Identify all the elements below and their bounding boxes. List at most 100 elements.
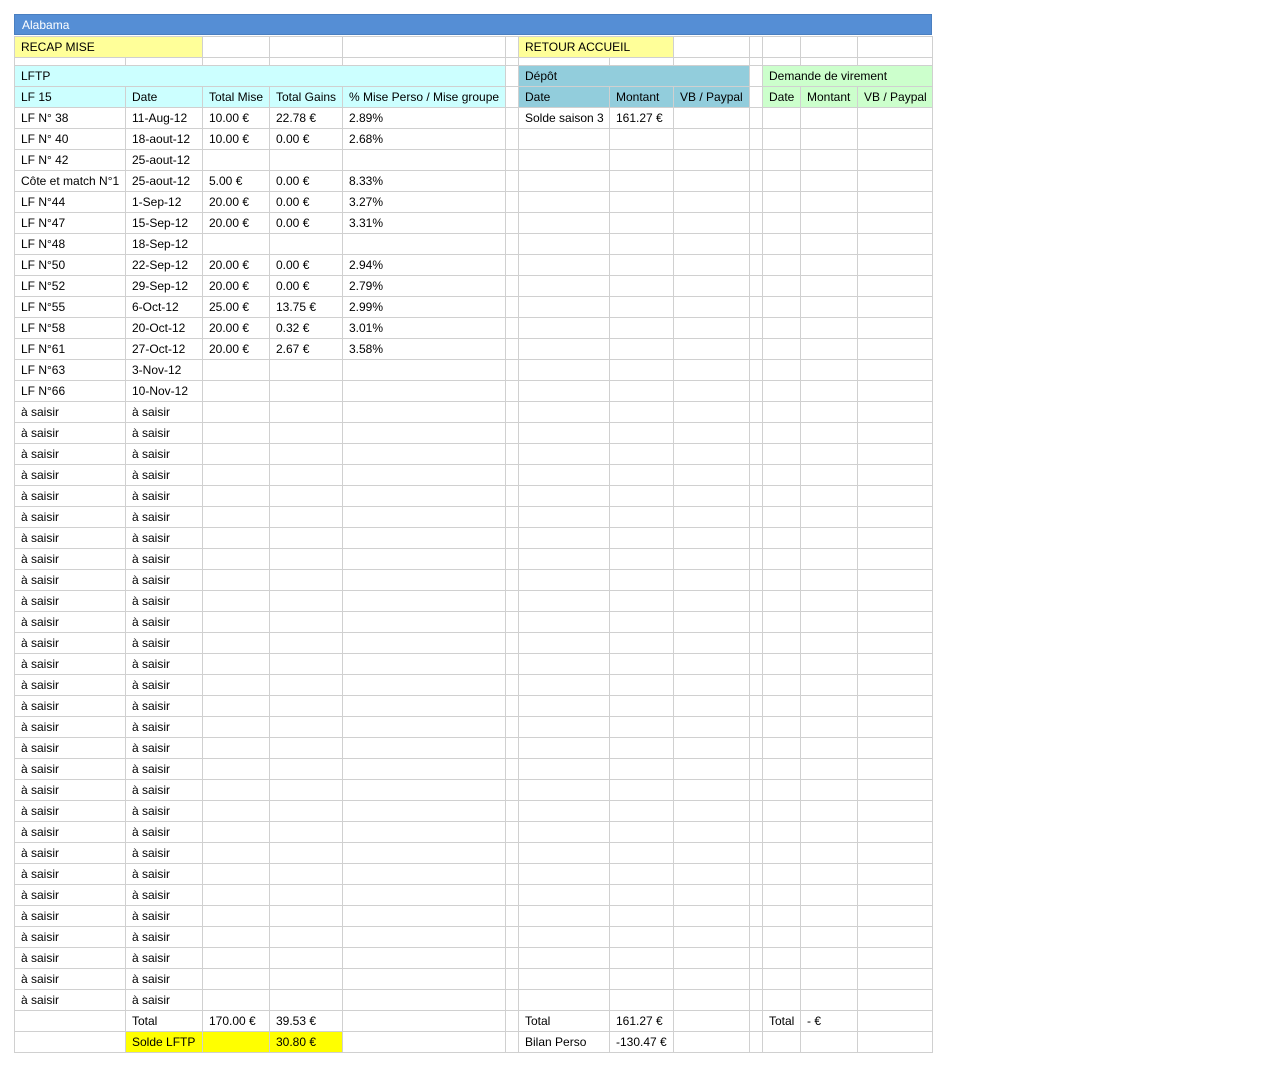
lftp-cell[interactable]: à saisir (14, 506, 126, 528)
lftp-cell[interactable] (202, 149, 270, 171)
lftp-cell[interactable]: à saisir (125, 779, 203, 801)
lftp-cell[interactable]: à saisir (125, 674, 203, 696)
lftp-cell[interactable]: 2.67 € (269, 338, 343, 360)
lftp-cell[interactable] (202, 968, 270, 990)
lftp-cell[interactable] (202, 695, 270, 717)
lftp-cell[interactable]: à saisir (14, 695, 126, 717)
lftp-cell[interactable] (269, 590, 343, 612)
lftp-cell[interactable]: à saisir (14, 884, 126, 906)
lftp-cell[interactable] (342, 968, 506, 990)
lftp-cell[interactable]: à saisir (125, 527, 203, 549)
lftp-cell[interactable]: 0.00 € (269, 212, 343, 234)
lftp-cell[interactable]: 2.99% (342, 296, 506, 318)
lftp-cell[interactable] (202, 674, 270, 696)
lftp-cell[interactable]: à saisir (14, 926, 126, 948)
lftp-cell[interactable] (202, 821, 270, 843)
lftp-cell[interactable] (202, 401, 270, 423)
lftp-cell[interactable] (342, 611, 506, 633)
lftp-cell[interactable] (202, 611, 270, 633)
lftp-cell[interactable]: à saisir (14, 968, 126, 990)
lftp-cell[interactable] (342, 464, 506, 486)
lftp-cell[interactable] (269, 569, 343, 591)
lftp-cell[interactable] (202, 800, 270, 822)
depot-cell[interactable]: Solde saison 3 (518, 107, 610, 129)
lftp-cell[interactable]: à saisir (14, 821, 126, 843)
lftp-cell[interactable]: 0.00 € (269, 275, 343, 297)
lftp-cell[interactable] (342, 233, 506, 255)
lftp-cell[interactable]: à saisir (125, 968, 203, 990)
lftp-cell[interactable]: à saisir (14, 485, 126, 507)
lftp-cell[interactable]: 3.31% (342, 212, 506, 234)
lftp-cell[interactable] (342, 632, 506, 654)
lftp-cell[interactable]: à saisir (125, 695, 203, 717)
lftp-cell[interactable]: 20.00 € (202, 338, 270, 360)
lftp-cell[interactable] (342, 401, 506, 423)
depot-cell[interactable] (673, 107, 750, 129)
lftp-cell[interactable] (269, 821, 343, 843)
lftp-cell[interactable] (342, 380, 506, 402)
lftp-cell[interactable] (342, 989, 506, 1011)
lftp-cell[interactable]: LF N°52 (14, 275, 126, 297)
lftp-cell[interactable] (342, 653, 506, 675)
lftp-cell[interactable]: 13.75 € (269, 296, 343, 318)
lftp-cell[interactable]: à saisir (14, 527, 126, 549)
lftp-cell[interactable]: LF N°63 (14, 359, 126, 381)
lftp-cell[interactable] (269, 485, 343, 507)
lftp-cell[interactable]: à saisir (125, 884, 203, 906)
lftp-cell[interactable] (269, 653, 343, 675)
lftp-cell[interactable]: 29-Sep-12 (125, 275, 203, 297)
lftp-cell[interactable] (202, 590, 270, 612)
lftp-cell[interactable]: à saisir (14, 947, 126, 969)
lftp-cell[interactable]: 10.00 € (202, 128, 270, 150)
lftp-cell[interactable] (202, 422, 270, 444)
lftp-cell[interactable]: 10.00 € (202, 107, 270, 129)
lftp-cell[interactable] (202, 989, 270, 1011)
lftp-cell[interactable]: Côte et match N°1 (14, 170, 126, 192)
lftp-cell[interactable]: 20-Oct-12 (125, 317, 203, 339)
lftp-cell[interactable] (342, 926, 506, 948)
lftp-cell[interactable]: à saisir (125, 842, 203, 864)
lftp-cell[interactable]: à saisir (14, 611, 126, 633)
lftp-cell[interactable] (342, 737, 506, 759)
lftp-cell[interactable]: à saisir (14, 989, 126, 1011)
lftp-cell[interactable] (342, 716, 506, 738)
lftp-cell[interactable]: 0.00 € (269, 170, 343, 192)
lftp-cell[interactable]: LF N°55 (14, 296, 126, 318)
lftp-cell[interactable]: LF N°47 (14, 212, 126, 234)
retour-accueil-button[interactable]: RETOUR ACCUEIL (518, 36, 674, 58)
lftp-cell[interactable]: 20.00 € (202, 317, 270, 339)
lftp-cell[interactable]: à saisir (125, 548, 203, 570)
lftp-cell[interactable] (342, 695, 506, 717)
lftp-cell[interactable] (269, 506, 343, 528)
lftp-cell[interactable] (202, 842, 270, 864)
lftp-cell[interactable]: à saisir (14, 842, 126, 864)
lftp-cell[interactable]: 22.78 € (269, 107, 343, 129)
lftp-cell[interactable]: 8.33% (342, 170, 506, 192)
lftp-cell[interactable]: LF N°61 (14, 338, 126, 360)
lftp-cell[interactable] (202, 506, 270, 528)
depot-cell[interactable]: 161.27 € (609, 107, 674, 129)
lftp-cell[interactable] (269, 401, 343, 423)
lftp-cell[interactable] (269, 359, 343, 381)
lftp-cell[interactable] (269, 380, 343, 402)
lftp-cell[interactable]: à saisir (125, 821, 203, 843)
lftp-cell[interactable]: 11-Aug-12 (125, 107, 203, 129)
lftp-cell[interactable] (342, 527, 506, 549)
lftp-cell[interactable] (269, 674, 343, 696)
lftp-cell[interactable]: 10-Nov-12 (125, 380, 203, 402)
lftp-cell[interactable] (269, 989, 343, 1011)
lftp-cell[interactable] (202, 632, 270, 654)
lftp-cell[interactable]: à saisir (14, 443, 126, 465)
lftp-cell[interactable] (342, 422, 506, 444)
lftp-cell[interactable] (202, 359, 270, 381)
lftp-cell[interactable]: à saisir (14, 401, 126, 423)
lftp-cell[interactable]: à saisir (14, 590, 126, 612)
lftp-cell[interactable]: 3.27% (342, 191, 506, 213)
lftp-cell[interactable] (202, 548, 270, 570)
lftp-cell[interactable]: LF N° 38 (14, 107, 126, 129)
lftp-cell[interactable] (269, 464, 343, 486)
lftp-cell[interactable] (342, 758, 506, 780)
lftp-cell[interactable]: à saisir (125, 506, 203, 528)
lftp-cell[interactable] (342, 548, 506, 570)
lftp-cell[interactable] (269, 779, 343, 801)
